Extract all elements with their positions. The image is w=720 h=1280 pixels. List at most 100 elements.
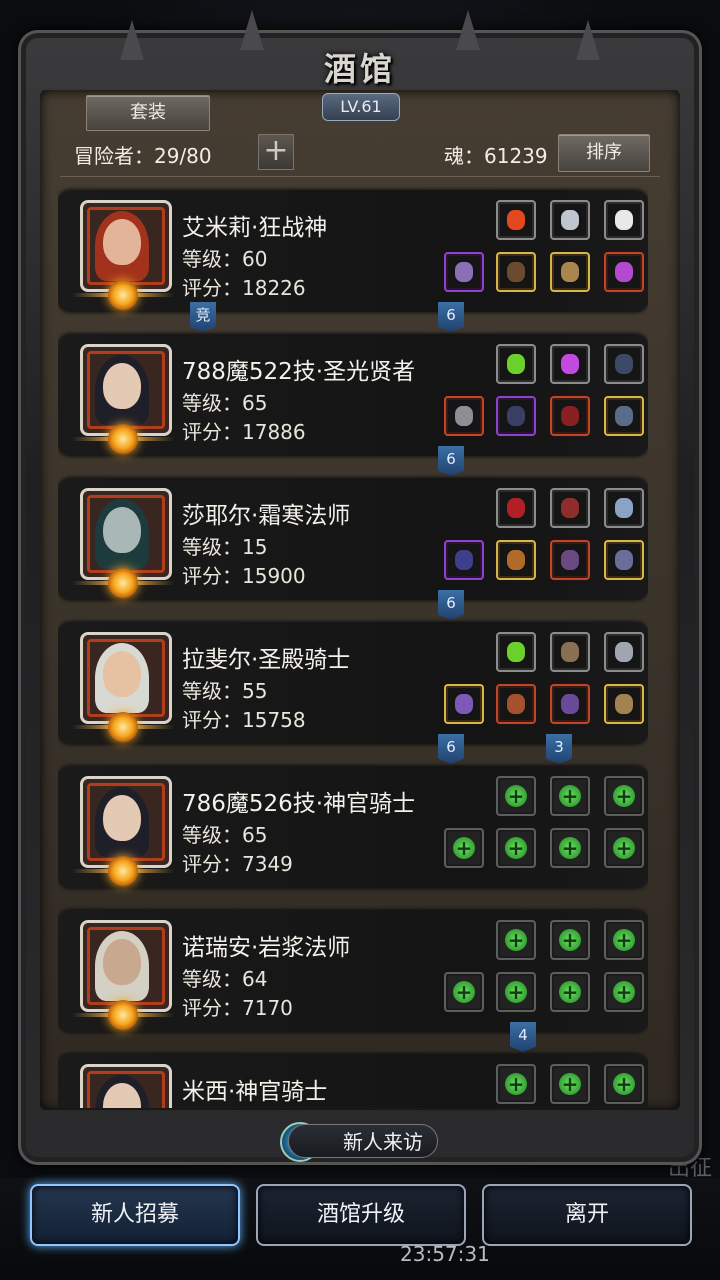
hero-level: 等级：65 (182, 823, 268, 847)
add-adventurer-slot-button[interactable]: + (258, 134, 294, 170)
count-tag: 6 (438, 590, 464, 620)
divider (60, 176, 660, 177)
count-tag: 6 (438, 302, 464, 332)
hero-level: 等级：55 (182, 679, 268, 703)
soul-count: 魂：61239 (444, 144, 548, 168)
sword-skill-icon[interactable] (604, 632, 644, 672)
hero-score: 评分：7170 (182, 996, 293, 1020)
empty-skill-slot[interactable]: + (496, 1064, 536, 1104)
empty-skill-slot[interactable]: + (604, 776, 644, 816)
hero-portrait (80, 1064, 172, 1108)
adventurer-card[interactable]: 艾米莉·狂战神 等级：60 评分：18226 (58, 190, 648, 312)
hero-level: 等级：60 (182, 247, 268, 271)
hero-name: 米西·神官骑士 (182, 1079, 328, 1105)
hero-level: 等级：65 (182, 391, 268, 415)
helmet-equip-icon[interactable] (604, 684, 644, 724)
hero-name: 莎耶尔·霜寒法师 (182, 503, 351, 529)
empty-equip-slot[interactable]: + (496, 828, 536, 868)
amulet-equip-icon[interactable] (550, 396, 590, 436)
hero-portrait (80, 920, 172, 1012)
adventurer-card[interactable]: 米西·神官骑士 + + + (58, 1054, 648, 1108)
hero-name: 诺瑞安·岩浆法师 (182, 935, 351, 961)
rank-emblem-icon (108, 856, 138, 886)
mask-equip-icon[interactable] (550, 540, 590, 580)
rank-emblem-icon (108, 280, 138, 310)
crest-skill-icon[interactable] (550, 200, 590, 240)
empty-equip-slot[interactable]: + (444, 972, 484, 1012)
sort-button[interactable]: 排序 (558, 134, 650, 172)
green-flame-skill-icon[interactable] (496, 344, 536, 384)
empty-equip-slot[interactable]: + (550, 828, 590, 868)
empty-skill-slot[interactable]: + (496, 776, 536, 816)
fire-skill-icon[interactable] (496, 200, 536, 240)
hero-name: 786魔526技·神官骑士 (182, 791, 416, 817)
rank-emblem-icon (108, 1000, 138, 1030)
empty-skill-slot[interactable]: + (550, 776, 590, 816)
hero-score: 评分：15758 (182, 708, 306, 732)
necklace-equip-icon[interactable] (604, 396, 644, 436)
rank-emblem-icon (108, 424, 138, 454)
pendant-skill-icon[interactable] (604, 488, 644, 528)
heavy-armor-equip-icon[interactable] (496, 684, 536, 724)
adventurer-list[interactable]: 艾米莉·狂战神 等级：60 评分：18226 竞 6 788魔522技·圣光贤者… (58, 186, 648, 1108)
hero-score: 评分：7349 (182, 852, 293, 876)
crystal-skill-icon[interactable] (550, 344, 590, 384)
hero-portrait (80, 200, 172, 292)
mace-equip-icon[interactable] (444, 684, 484, 724)
empty-skill-slot[interactable]: + (496, 920, 536, 960)
hero-score: 评分：18226 (182, 276, 306, 300)
empty-equip-slot[interactable]: + (550, 972, 590, 1012)
green-flame-skill-icon[interactable] (496, 632, 536, 672)
staff-equip-icon[interactable] (444, 540, 484, 580)
armor-equip-icon[interactable] (496, 252, 536, 292)
hero-name: 拉斐尔·圣殿骑士 (182, 647, 351, 673)
count-tag: 3 (546, 734, 572, 764)
hero-portrait (80, 776, 172, 868)
count-tag: 6 (438, 446, 464, 476)
recruit-button[interactable]: 新人招募 (30, 1184, 240, 1246)
hammer-equip-icon[interactable] (444, 396, 484, 436)
demon-mask-equip-icon[interactable] (550, 684, 590, 724)
hero-portrait (80, 344, 172, 436)
tavern-level-badge: LV.61 (322, 93, 400, 121)
new-visitor-button[interactable]: 新人来访 (288, 1124, 438, 1158)
empty-equip-slot[interactable]: + (604, 972, 644, 1012)
count-tag: 6 (438, 734, 464, 764)
leave-button[interactable]: 离开 (482, 1184, 692, 1246)
wing-skill-icon[interactable] (604, 200, 644, 240)
empty-skill-slot[interactable]: + (550, 920, 590, 960)
hero-level: 等级：15 (182, 535, 268, 559)
adventurer-card[interactable]: 诺瑞安·岩浆法师 等级：64 评分：7170 + + + + + + + (58, 910, 648, 1032)
empty-skill-slot[interactable]: + (604, 920, 644, 960)
page-title: 酒馆 (323, 50, 396, 88)
adventurer-card[interactable]: 788魔522技·圣光贤者 等级：65 评分：17886 (58, 334, 648, 456)
hero-level: 等级：64 (182, 967, 268, 991)
adventurer-count: 冒险者：29/80 (74, 144, 212, 168)
claw-skill-icon[interactable] (550, 488, 590, 528)
hero-portrait (80, 632, 172, 724)
empty-skill-slot[interactable]: + (604, 1064, 644, 1104)
plate-equip-icon[interactable] (496, 540, 536, 580)
upgrade-tavern-button[interactable]: 酒馆升级 (256, 1184, 466, 1246)
whip-skill-icon[interactable] (604, 344, 644, 384)
empty-equip-slot[interactable]: + (444, 828, 484, 868)
rank-emblem-icon (108, 712, 138, 742)
bracer-equip-icon[interactable] (550, 252, 590, 292)
blood-skill-icon[interactable] (496, 488, 536, 528)
empty-skill-slot[interactable]: + (550, 1064, 590, 1104)
adventurer-card[interactable]: 拉斐尔·圣殿骑士 等级：55 评分：15758 (58, 622, 648, 744)
set-button[interactable]: 套装 (86, 95, 210, 131)
adventurer-card[interactable]: 786魔526技·神官骑士 等级：65 评分：7349 + + + + + + … (58, 766, 648, 888)
rune-equip-icon[interactable] (604, 540, 644, 580)
arena-tag: 竞 (190, 302, 216, 332)
robe-equip-icon[interactable] (496, 396, 536, 436)
empty-equip-slot[interactable]: + (496, 972, 536, 1012)
adventurer-card[interactable]: 莎耶尔·霜寒法师 等级：15 评分：15900 (58, 478, 648, 600)
clock-readout: 23:57:31 (400, 1242, 490, 1266)
hero-name: 788魔522技·圣光贤者 (182, 359, 416, 385)
empty-equip-slot[interactable]: + (604, 828, 644, 868)
rank-emblem-icon (108, 568, 138, 598)
gem-equip-icon[interactable] (604, 252, 644, 292)
axe-equip-icon[interactable] (444, 252, 484, 292)
shield-skill-icon[interactable] (550, 632, 590, 672)
